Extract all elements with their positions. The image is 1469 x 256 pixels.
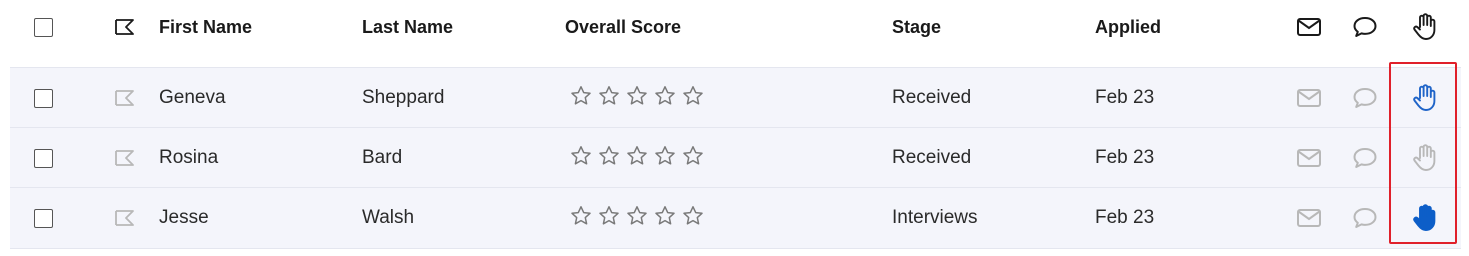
star-icon[interactable]	[626, 85, 648, 111]
flag-icon[interactable]	[114, 209, 136, 227]
cell-stage: Received	[892, 147, 972, 168]
cell-applied: Feb 23	[1095, 147, 1155, 168]
comment-icon[interactable]	[1352, 147, 1378, 169]
comment-icon[interactable]	[1352, 87, 1378, 109]
select-all-checkbox[interactable]	[34, 17, 53, 37]
score-stars[interactable]	[570, 85, 704, 111]
row-checkbox[interactable]	[34, 88, 53, 108]
cell-stage: Interviews	[892, 207, 978, 228]
cell-first-name: Rosina	[159, 147, 219, 168]
star-icon[interactable]	[570, 205, 592, 231]
cell-last-name: Walsh	[362, 207, 415, 228]
mail-icon[interactable]	[1296, 148, 1322, 168]
column-header-stage[interactable]: Stage	[892, 17, 941, 38]
star-icon[interactable]	[598, 85, 620, 111]
star-icon[interactable]	[626, 205, 648, 231]
star-icon[interactable]	[654, 205, 676, 231]
star-icon[interactable]	[570, 145, 592, 171]
mail-icon[interactable]	[1296, 208, 1322, 228]
raise-hand-icon[interactable]	[1411, 13, 1437, 41]
mail-icon[interactable]	[1296, 88, 1322, 108]
row-checkbox[interactable]	[34, 148, 53, 168]
cell-first-name: Jesse	[159, 207, 209, 228]
star-icon[interactable]	[654, 85, 676, 111]
flag-icon[interactable]	[114, 149, 136, 167]
column-header-last-name[interactable]: Last Name	[362, 17, 453, 38]
comment-icon[interactable]	[1352, 16, 1378, 38]
raise-hand-icon[interactable]	[1411, 84, 1437, 112]
table-row[interactable]: Geneva Sheppard Received Feb 23	[10, 67, 1461, 128]
score-stars[interactable]	[570, 145, 704, 171]
star-icon[interactable]	[626, 145, 648, 171]
score-stars[interactable]	[570, 205, 704, 231]
star-icon[interactable]	[654, 145, 676, 171]
column-header-overall-score[interactable]: Overall Score	[565, 17, 681, 38]
star-icon[interactable]	[598, 145, 620, 171]
flag-icon[interactable]	[114, 18, 136, 36]
row-checkbox[interactable]	[34, 208, 53, 228]
comment-icon[interactable]	[1352, 207, 1378, 229]
cell-last-name: Bard	[362, 147, 403, 168]
star-icon[interactable]	[682, 205, 704, 231]
mail-icon[interactable]	[1296, 17, 1322, 37]
star-icon[interactable]	[598, 205, 620, 231]
table-header: First Name Last Name Overall Score Stage…	[10, 0, 1461, 54]
star-icon[interactable]	[682, 145, 704, 171]
raise-hand-icon[interactable]	[1411, 144, 1437, 172]
column-header-first-name[interactable]: First Name	[159, 17, 252, 38]
cell-stage: Received	[892, 87, 972, 108]
flag-icon[interactable]	[114, 89, 136, 107]
cell-applied: Feb 23	[1095, 207, 1155, 228]
cell-last-name: Sheppard	[362, 87, 445, 108]
table-row[interactable]: Jesse Walsh Interviews Feb 23	[10, 187, 1461, 249]
star-icon[interactable]	[682, 85, 704, 111]
table-row[interactable]: Rosina Bard Received Feb 23	[10, 127, 1461, 188]
raise-hand-icon[interactable]	[1411, 204, 1437, 232]
star-icon[interactable]	[570, 85, 592, 111]
cell-first-name: Geneva	[159, 87, 226, 108]
column-header-applied[interactable]: Applied	[1095, 17, 1161, 38]
cell-applied: Feb 23	[1095, 87, 1155, 108]
